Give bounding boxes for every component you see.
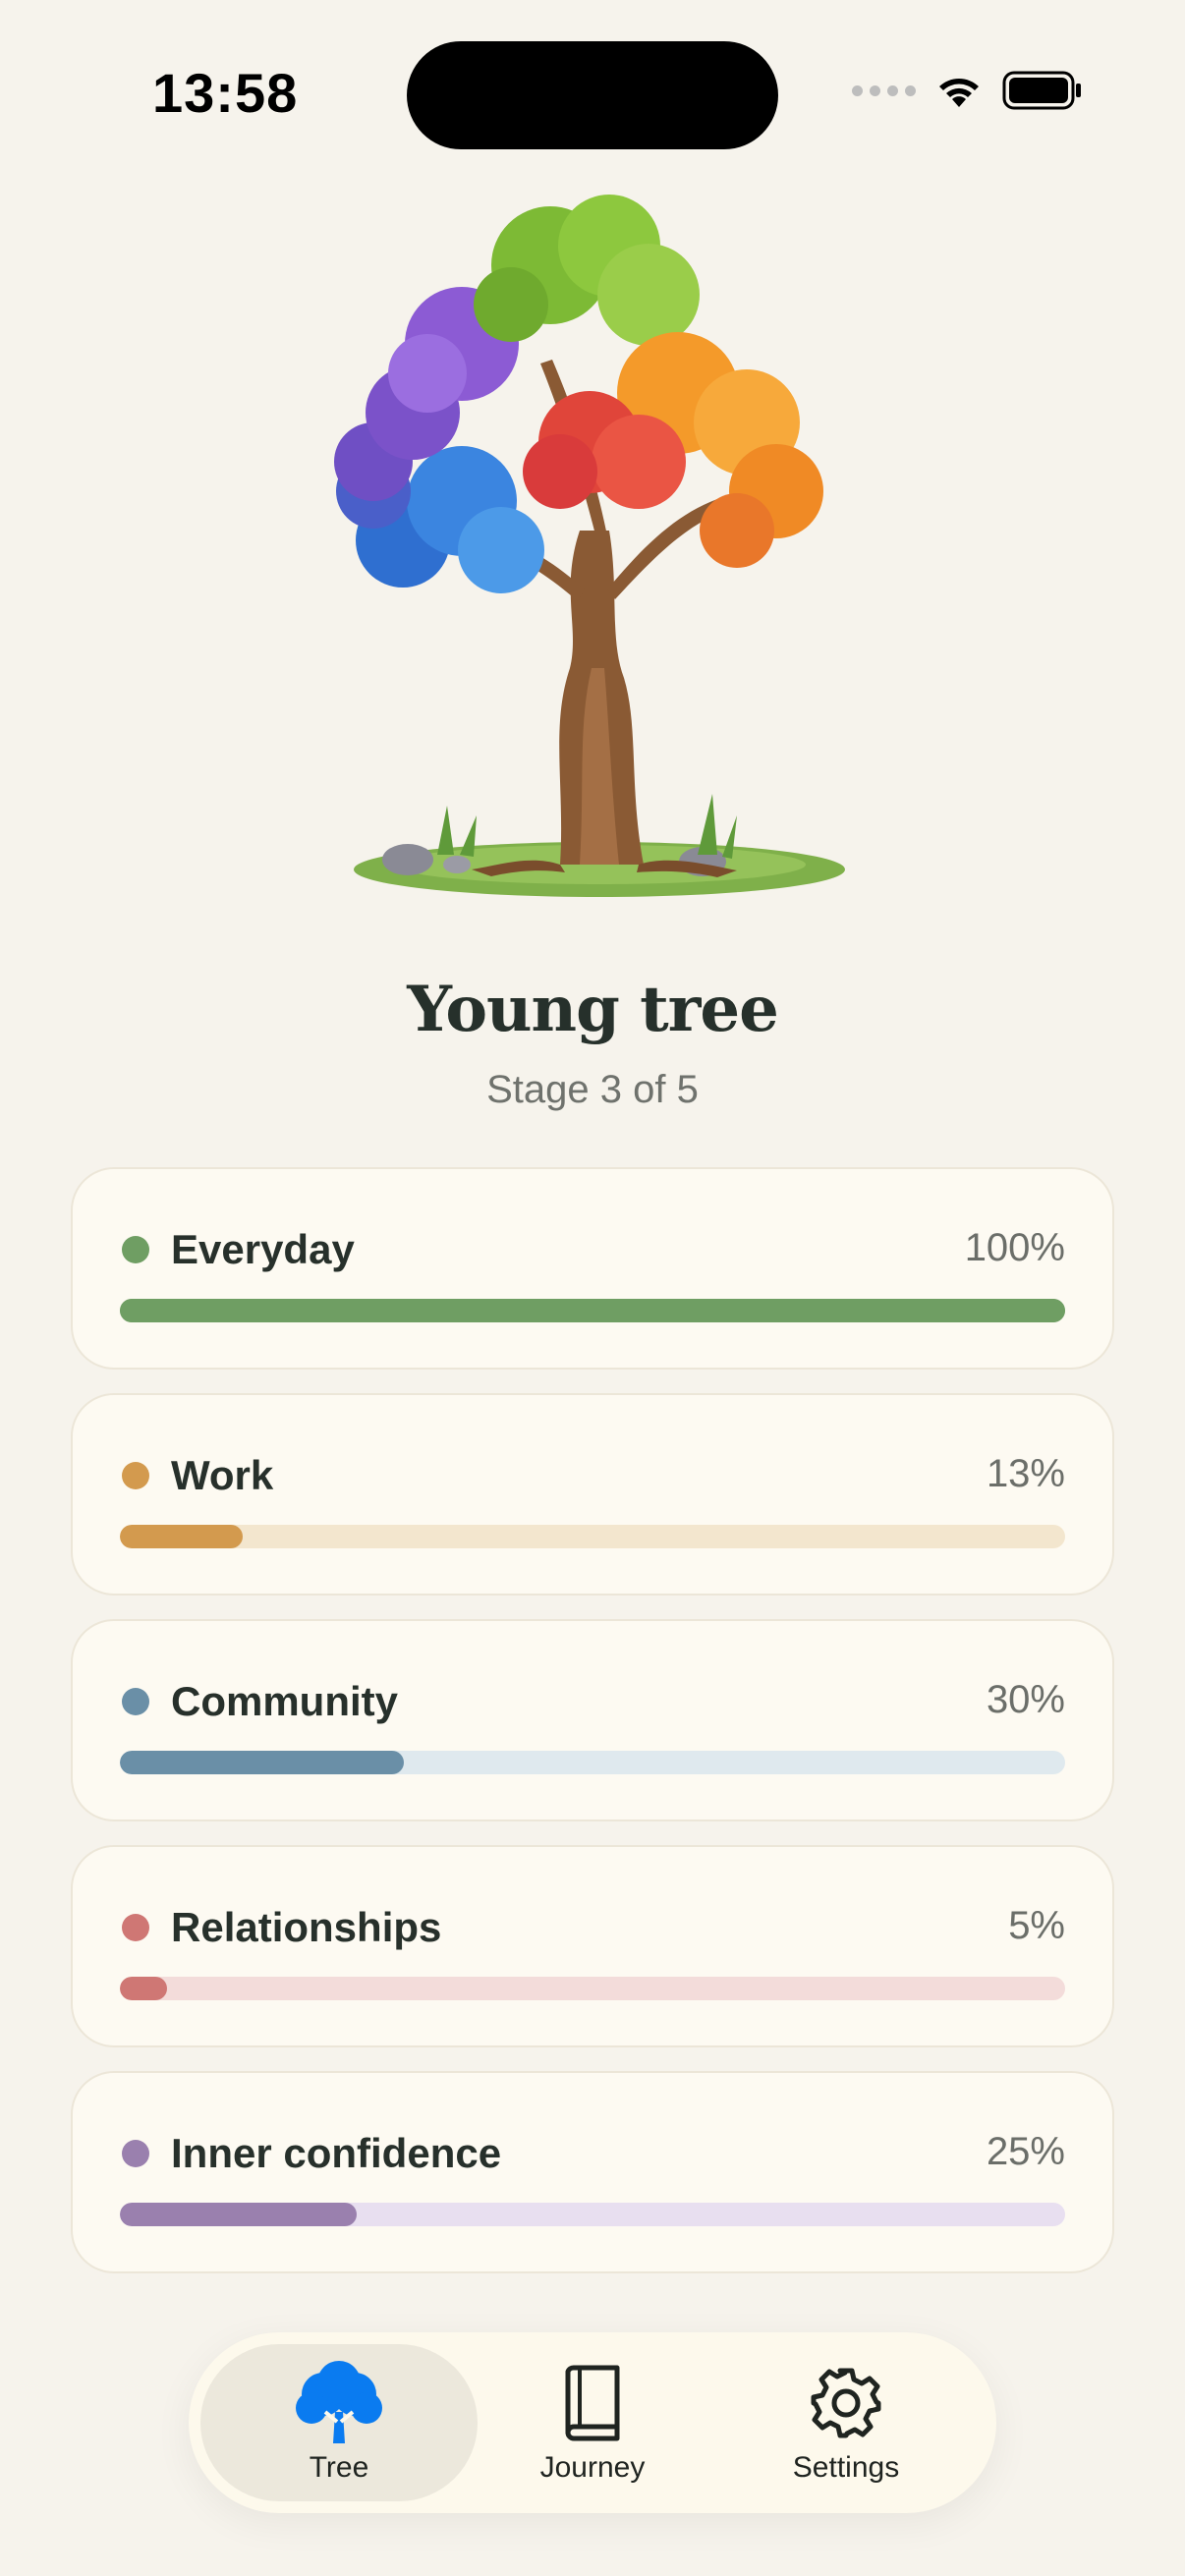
progress-track [120,1977,1065,2000]
category-color-dot [122,1462,149,1489]
progress-track [120,1299,1065,1322]
wifi-icon [939,79,979,107]
stage-title: Young tree [407,973,779,1046]
category-color-dot [122,1236,149,1263]
book-icon [545,2361,640,2445]
status-time: 13:58 [152,62,299,124]
category-card-relationships[interactable]: Relationships 5% [71,1845,1114,2047]
progress-fill [120,1525,244,1548]
category-card-work[interactable]: Work 13% [71,1393,1114,1596]
tab-label: Journey [539,2451,646,2484]
category-color-dot [122,1688,149,1715]
progress-track [120,2203,1065,2226]
category-percent: 5% [1008,1904,1065,1947]
gear-icon [799,2361,893,2445]
stage-subtitle: Stage 3 of 5 [486,1068,699,1111]
app-screen: 13:58 Young tree Stage 3 of 5 Everyday 1… [0,0,1185,2576]
status-icons [852,71,1083,110]
tree-illustration [334,195,845,897]
dynamic-island [407,41,778,149]
category-list: Everyday 100% Work 13% Community 30% Rel… [71,1167,1114,2297]
tab-tree[interactable]: Tree [200,2344,478,2501]
tab-bar: Tree Journey Settings [189,2332,996,2513]
category-color-dot [122,2140,149,2167]
category-percent: 13% [986,1452,1065,1495]
category-label: Work [171,1452,274,1498]
tab-journey[interactable]: Journey [454,2344,731,2501]
category-card-everyday[interactable]: Everyday 100% [71,1167,1114,1370]
progress-track [120,1525,1065,1548]
category-label: Inner confidence [171,2130,502,2176]
progress-fill [120,1751,404,1774]
progress-fill [120,1299,1065,1322]
category-color-dot [122,1914,149,1941]
tab-label: Tree [309,2451,369,2484]
cellular-signal-icon [852,84,916,96]
category-label: Community [171,1678,398,1724]
progress-fill [120,2203,357,2226]
category-card-inner-confidence[interactable]: Inner confidence 25% [71,2071,1114,2273]
progress-track [120,1751,1065,1774]
category-percent: 100% [964,1226,1065,1269]
category-label: Everyday [171,1226,355,1272]
category-percent: 30% [986,1678,1065,1721]
tab-settings[interactable]: Settings [707,2344,985,2501]
tree-icon [292,2361,386,2445]
tab-label: Settings [792,2451,900,2484]
progress-fill [120,1977,168,2000]
category-label: Relationships [171,1904,442,1950]
category-card-community[interactable]: Community 30% [71,1619,1114,1821]
battery-icon [1002,71,1081,110]
category-percent: 25% [986,2130,1065,2173]
